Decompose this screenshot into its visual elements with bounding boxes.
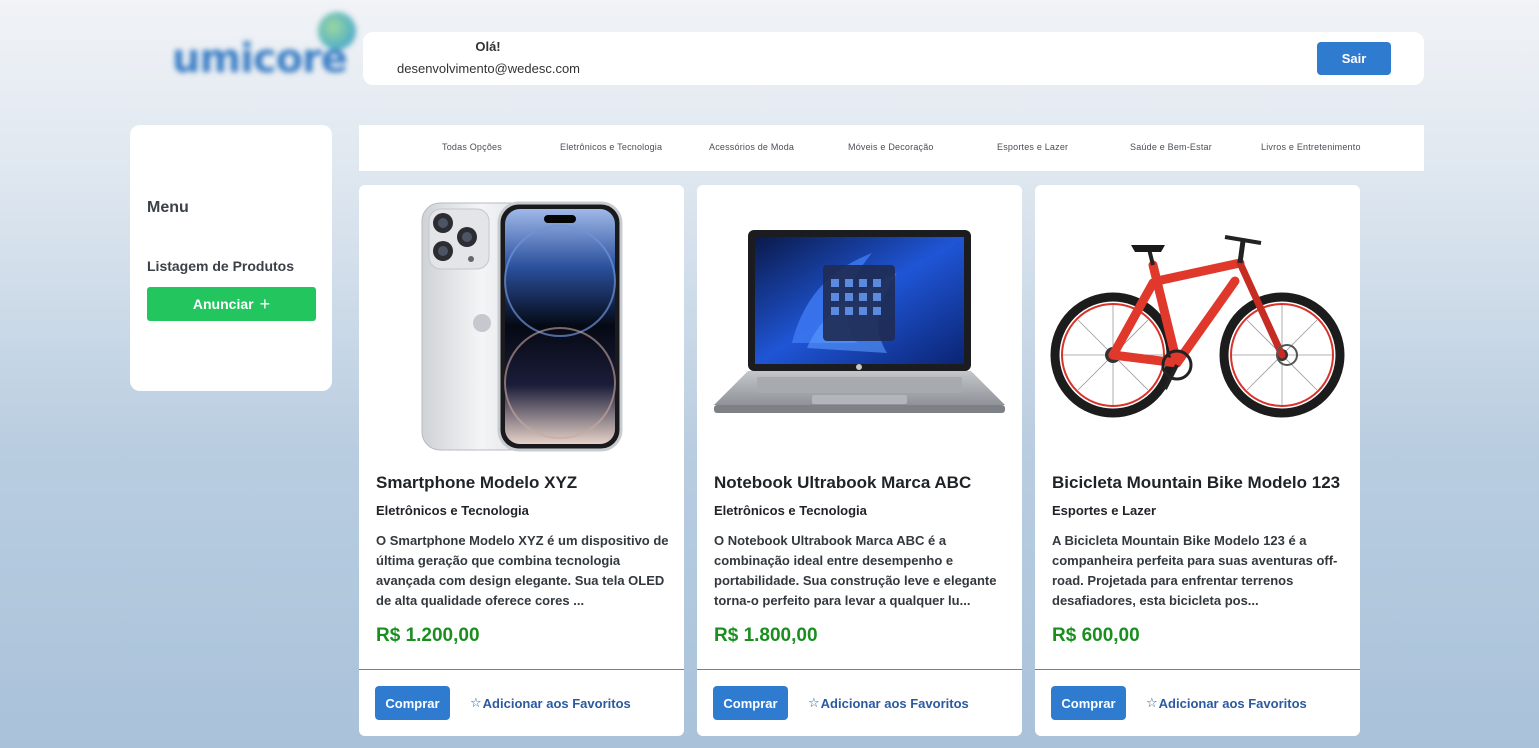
umicore-logo: umicore — [168, 12, 358, 84]
category-tab-books[interactable]: Livros e Entretenimento — [1261, 142, 1361, 152]
category-tab-furniture[interactable]: Móveis e Decoração — [848, 142, 934, 152]
product-title[interactable]: Notebook Ultrabook Marca ABC — [714, 473, 1014, 493]
product-title[interactable]: Bicicleta Mountain Bike Modelo 123 — [1052, 473, 1352, 493]
category-tab-sports[interactable]: Esportes e Lazer — [997, 142, 1068, 152]
logout-button[interactable]: Sair — [1317, 42, 1391, 75]
smartphone-image — [421, 201, 623, 452]
category-tabs: Todas Opções Eletrônicos e Tecnologia Ac… — [359, 125, 1424, 171]
product-card: Bicicleta Mountain Bike Modelo 123 Espor… — [1035, 185, 1360, 736]
card-divider — [1035, 669, 1360, 670]
add-favorite-link[interactable]: ☆ Adicionar aos Favoritos — [470, 695, 631, 711]
buy-button[interactable]: Comprar — [375, 686, 450, 720]
add-favorite-label: Adicionar aos Favoritos — [1158, 695, 1307, 711]
product-card: Smartphone Modelo XYZ Eletrônicos e Tecn… — [359, 185, 684, 736]
buy-button[interactable]: Comprar — [1051, 686, 1126, 720]
product-category: Esportes e Lazer — [1052, 503, 1157, 518]
product-description: A Bicicleta Mountain Bike Modelo 123 é a… — [1052, 533, 1338, 608]
plus-icon: + — [259, 294, 271, 314]
add-favorite-label: Adicionar aos Favoritos — [482, 695, 631, 711]
add-favorite-link[interactable]: ☆ Adicionar aos Favoritos — [1146, 695, 1307, 711]
product-price: R$ 600,00 — [1052, 625, 1140, 646]
add-favorite-label: Adicionar aos Favoritos — [820, 695, 969, 711]
sidebar-item-product-listing[interactable]: Listagem de Produtos — [147, 258, 294, 274]
menu-title: Menu — [147, 199, 189, 216]
add-listing-label: Anunciar — [192, 296, 254, 312]
product-description: O Smartphone Modelo XYZ é um dispositivo… — [376, 533, 669, 608]
star-icon: ☆ — [470, 695, 482, 710]
card-divider — [697, 669, 1022, 670]
logo-mark — [318, 12, 356, 50]
card-divider — [359, 669, 684, 670]
greeting-text: Olá! — [475, 39, 501, 54]
add-favorite-link[interactable]: ☆ Adicionar aos Favoritos — [808, 695, 969, 711]
category-tab-electronics[interactable]: Eletrônicos e Tecnologia — [560, 142, 662, 152]
product-title[interactable]: Smartphone Modelo XYZ — [376, 473, 676, 493]
product-price: R$ 1.800,00 — [714, 625, 818, 646]
user-email: desenvolvimento@wedesc.com — [397, 61, 581, 76]
product-card: Notebook Ultrabook Marca ABC Eletrônicos… — [697, 185, 1022, 736]
product-description: O Notebook Ultrabook Marca ABC é a combi… — [714, 533, 997, 608]
category-tab-health[interactable]: Saúde e Bem-Estar — [1130, 142, 1212, 152]
star-icon: ☆ — [808, 695, 820, 710]
star-icon: ☆ — [1146, 695, 1158, 710]
category-tab-fashion[interactable]: Acessórios de Moda — [709, 142, 794, 152]
product-category: Eletrônicos e Tecnologia — [376, 503, 529, 518]
buy-button[interactable]: Comprar — [713, 686, 788, 720]
user-header: Olá! desenvolvimento@wedesc.com Sair — [363, 32, 1424, 85]
category-tab-all[interactable]: Todas Opções — [442, 142, 502, 152]
product-price: R$ 1.200,00 — [376, 625, 480, 646]
product-category: Eletrônicos e Tecnologia — [714, 503, 867, 518]
logo-text: umicore — [172, 36, 348, 82]
laptop-image — [714, 230, 1005, 413]
bicycle-image — [1050, 235, 1345, 418]
add-listing-button[interactable]: Anunciar + — [147, 287, 316, 321]
sidebar-menu: Menu Listagem de Produtos Anunciar + — [130, 125, 332, 391]
